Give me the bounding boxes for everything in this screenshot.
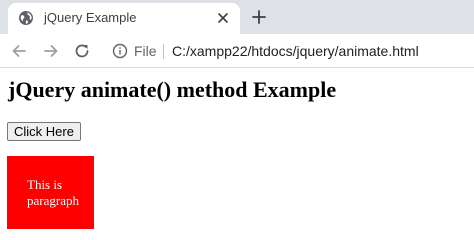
browser-tab[interactable]: jQuery Example	[8, 3, 240, 34]
reload-icon[interactable]	[73, 42, 91, 60]
plus-icon[interactable]	[251, 9, 267, 25]
globe-icon	[19, 11, 33, 25]
tab-title: jQuery Example	[44, 10, 137, 25]
info-icon[interactable]	[112, 43, 128, 59]
close-icon[interactable]	[216, 11, 230, 25]
scheme-label: File	[134, 43, 157, 59]
browser-toolbar: File C:/xampp22/htdocs/jquery/animate.ht…	[0, 34, 474, 68]
arrow-right-icon[interactable]	[42, 42, 60, 60]
animated-box: This is paragraph	[7, 156, 94, 229]
tab-strip: jQuery Example	[0, 0, 474, 34]
address-bar-url[interactable]: C:/xampp22/htdocs/jquery/animate.html	[172, 42, 419, 60]
page-heading: jQuery animate() method Example	[8, 77, 337, 102]
click-here-button[interactable]: Click Here	[7, 122, 81, 141]
arrow-left-icon[interactable]	[10, 42, 28, 60]
address-separator	[163, 44, 164, 59]
box-paragraph: This is paragraph	[27, 177, 79, 208]
